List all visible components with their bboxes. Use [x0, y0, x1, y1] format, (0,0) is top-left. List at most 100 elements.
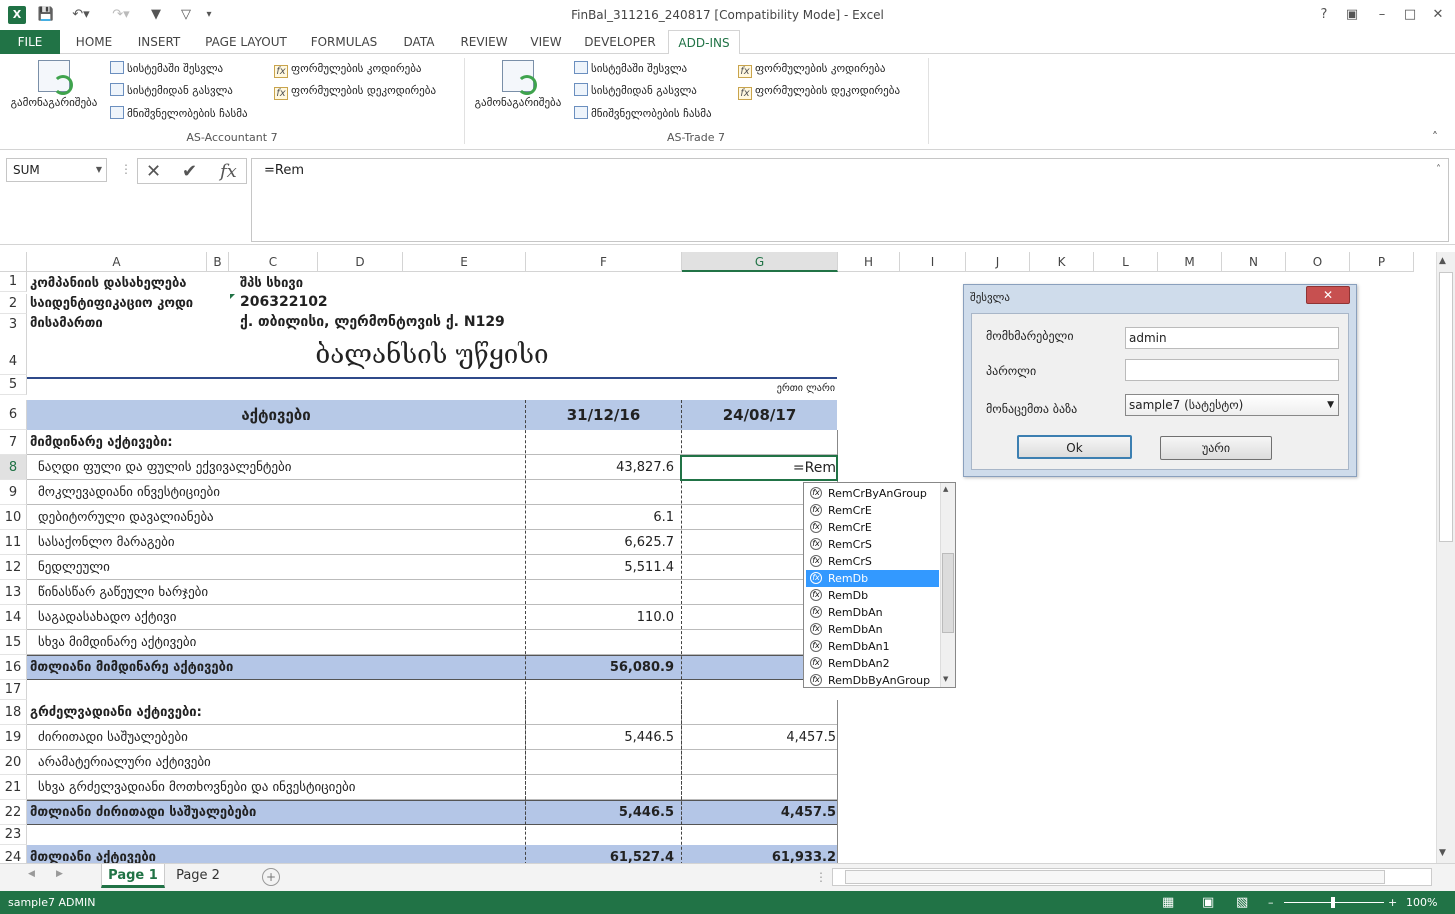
scroll-down-icon[interactable]: ▼ [1439, 848, 1446, 858]
tab-formulas[interactable]: FORMULAS [304, 30, 384, 54]
insert-values-button-accountant[interactable]: მნიშვნელობების ჩასმა [110, 104, 248, 124]
row-header-2[interactable]: 2 [0, 294, 27, 314]
column-header-k[interactable]: K [1030, 252, 1094, 272]
row-header-11[interactable]: 11 [0, 530, 27, 555]
autocomplete-item[interactable]: fx RemCrByAnGroup [806, 485, 939, 502]
help-icon[interactable]: ? [1314, 6, 1334, 24]
row-label[interactable]: არამატერიალური აქტივები [38, 755, 211, 770]
row-label[interactable]: მთლიანი ძირითადი საშუალებები [30, 805, 256, 820]
tab-view[interactable]: VIEW [524, 30, 568, 54]
scroll-up-icon[interactable]: ▲ [1439, 256, 1446, 266]
ribbon-display-icon[interactable]: ▣ [1342, 6, 1362, 24]
autocomplete-item[interactable]: fx RemDbByAnGroup [806, 672, 939, 689]
tab-developer[interactable]: DEVELOPER [578, 30, 662, 54]
row-header-24[interactable]: 24 [0, 845, 27, 863]
row-header-12[interactable]: 12 [0, 555, 27, 580]
value-2016[interactable]: 61,527.4 [528, 850, 674, 863]
dialog-close-icon[interactable]: ✕ [1306, 286, 1350, 304]
page-layout-view-icon[interactable]: ▣ [1202, 891, 1214, 914]
autocomplete-item[interactable]: fx RemCrE [806, 502, 939, 519]
value-2016[interactable]: 6,625.7 [528, 535, 674, 550]
scroll-down-icon[interactable]: ▼ [943, 675, 948, 683]
select-all-corner[interactable] [0, 252, 27, 272]
page-break-view-icon[interactable]: ▧ [1236, 891, 1248, 914]
autocomplete-item[interactable]: fx RemDbAn1 [806, 638, 939, 655]
normal-view-icon[interactable]: ▦ [1162, 891, 1174, 914]
column-header-b[interactable]: B [207, 252, 229, 272]
row-header-3[interactable]: 3 [0, 314, 27, 336]
database-select[interactable]: sample7 (სატესტო) ▼ [1125, 394, 1339, 416]
row-header-22[interactable]: 22 [0, 800, 27, 825]
value-2017[interactable]: 4,457.5 [684, 805, 836, 820]
column-header-d[interactable]: D [318, 252, 403, 272]
tab-page-layout[interactable]: PAGE LAYOUT [198, 30, 294, 54]
zoom-out-icon[interactable]: – [1268, 891, 1274, 914]
value-2017[interactable]: 61,933.2 [684, 850, 836, 863]
cancel-button[interactable]: უარი [1160, 436, 1272, 460]
value-2016[interactable]: 56,080.9 [528, 660, 674, 675]
cancel-icon[interactable]: ✕ [146, 161, 161, 182]
tab-home[interactable]: HOME [68, 30, 120, 54]
row-header-18[interactable]: 18 [0, 700, 27, 725]
zoom-in-icon[interactable]: + [1388, 891, 1397, 914]
insert-values-button-trade[interactable]: მნიშვნელობების ჩასმა [574, 104, 712, 124]
column-header-a[interactable]: A [27, 252, 207, 272]
row-label[interactable]: საგადასახადო აქტივი [38, 610, 176, 625]
ok-button[interactable]: Ok [1017, 435, 1132, 459]
close-icon[interactable]: ✕ [1428, 6, 1448, 24]
collapse-formula-icon[interactable]: ˄ [1436, 164, 1441, 175]
scroll-up-icon[interactable]: ▲ [943, 485, 948, 493]
enter-icon[interactable]: ✔ [182, 161, 197, 182]
value-2016[interactable]: 43,827.6 [528, 460, 674, 475]
row-header-6[interactable]: 6 [0, 400, 27, 430]
prev-sheet-icon[interactable]: ◀ [28, 869, 35, 879]
row-label[interactable]: მიმდინარე აქტივები: [30, 435, 173, 450]
calculate-button-trade[interactable]: გამონაგარიშება [468, 60, 568, 109]
decode-formulas-button-accountant[interactable]: fx ფორმულების დეკოდირება [274, 81, 436, 101]
decode-formulas-button-trade[interactable]: fx ფორმულების დეკოდირება [738, 81, 900, 101]
column-header-h[interactable]: H [838, 252, 900, 272]
row-header-14[interactable]: 14 [0, 605, 27, 630]
row-label[interactable]: ძირითადი საშუალებები [38, 730, 188, 745]
row-header-15[interactable]: 15 [0, 630, 27, 655]
tab-add-ins[interactable]: ADD-INS [668, 30, 740, 55]
autocomplete-item[interactable]: fx RemCrS [806, 553, 939, 570]
zoom-slider-thumb[interactable] [1331, 897, 1335, 908]
column-header-e[interactable]: E [403, 252, 526, 272]
autocomplete-item[interactable]: fx RemDbAn [806, 621, 939, 638]
column-header-i[interactable]: I [900, 252, 966, 272]
active-cell[interactable] [680, 455, 838, 481]
row-header-16[interactable]: 16 [0, 655, 27, 680]
logout-button-trade[interactable]: სისტემიდან გასვლა [574, 81, 697, 101]
autocomplete-scrollbar[interactable]: ▲ ▼ [940, 483, 955, 687]
row-label[interactable]: სხვა გრძელვადიანი მოთხოვნები და ინვესტიც… [38, 780, 355, 795]
autocomplete-item[interactable]: fx RemCrS [806, 536, 939, 553]
next-sheet-icon[interactable]: ▶ [56, 869, 63, 879]
sheet-tab-page-2[interactable]: Page 2 [168, 864, 228, 888]
tab-data[interactable]: DATA [394, 30, 444, 54]
login-button-trade[interactable]: სისტემაში შესვლა [574, 59, 687, 79]
autocomplete-item[interactable]: fx RemCrE [806, 519, 939, 536]
column-header-j[interactable]: J [966, 252, 1030, 272]
name-box[interactable]: SUM ▼ [6, 158, 107, 182]
minimize-icon[interactable]: – [1372, 6, 1392, 24]
login-button-accountant[interactable]: სისტემაში შესვლა [110, 59, 223, 79]
row-header-9[interactable]: 9 [0, 480, 27, 505]
row-header-20[interactable]: 20 [0, 750, 27, 775]
row-label[interactable]: სხვა მიმდინარე აქტივები [38, 635, 196, 650]
hscroll-thumb[interactable] [845, 870, 1385, 884]
password-input[interactable] [1125, 359, 1339, 381]
column-header-g[interactable]: G [682, 252, 838, 272]
value-2016[interactable]: 5,446.5 [528, 805, 674, 820]
row-label[interactable]: მოკლევადიანი ინვესტიციები [38, 485, 220, 500]
row-header-23[interactable]: 23 [0, 825, 27, 845]
value-2017[interactable]: 4,457.5 [684, 730, 836, 745]
value-2016[interactable]: 5,446.5 [528, 730, 674, 745]
column-header-f[interactable]: F [526, 252, 682, 272]
row-header-5[interactable]: 5 [0, 375, 27, 395]
encode-formulas-button-accountant[interactable]: fx ფორმულების კოდირება [274, 59, 421, 79]
row-header-1[interactable]: 1 [0, 272, 27, 292]
autocomplete-item[interactable]: fx RemDbAn2 [806, 655, 939, 672]
zoom-level[interactable]: 100% [1406, 891, 1437, 914]
row-label[interactable]: წინასწარ გაწეული ხარჯები [38, 585, 208, 600]
